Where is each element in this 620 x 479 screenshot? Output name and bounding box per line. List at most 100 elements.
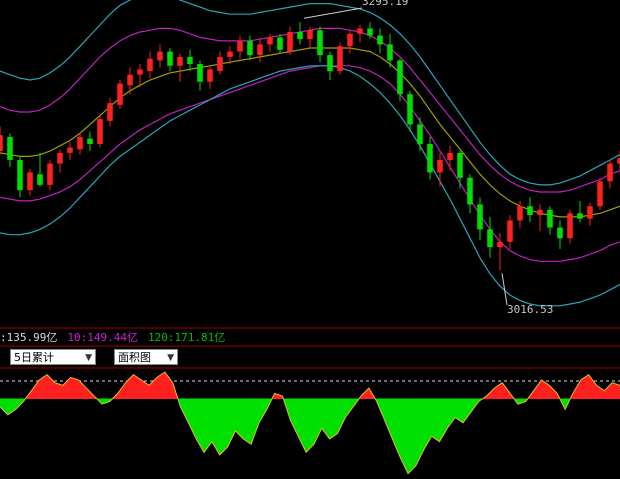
candle-body bbox=[177, 56, 183, 66]
candle-body bbox=[237, 40, 243, 52]
period-dropdown-label: 5日累计 bbox=[14, 351, 54, 364]
area-segment bbox=[78, 379, 87, 399]
area-segment bbox=[70, 377, 79, 399]
candle-body bbox=[447, 152, 453, 160]
extreme-pointers bbox=[303, 7, 508, 306]
area-segment bbox=[384, 398, 393, 439]
candle-body bbox=[57, 152, 63, 164]
candle-body bbox=[427, 144, 433, 173]
candle-body bbox=[127, 74, 133, 86]
area-segment bbox=[462, 398, 472, 424]
candle-body bbox=[567, 213, 573, 239]
area-segment bbox=[415, 398, 425, 466]
candle-body bbox=[307, 30, 313, 40]
candle-body bbox=[297, 32, 303, 40]
chevron-down-icon: ▼ bbox=[167, 353, 174, 363]
area-segment bbox=[211, 398, 220, 456]
candle-body bbox=[227, 51, 233, 57]
candlesticks bbox=[0, 22, 620, 271]
area-segment bbox=[400, 398, 409, 474]
candle-body bbox=[547, 209, 553, 228]
candle-body bbox=[7, 136, 13, 160]
indicator-bar: :135.99亿 10:149.44亿 120:171.81亿 bbox=[0, 330, 620, 346]
candle-body bbox=[587, 206, 593, 219]
area-segment bbox=[447, 398, 456, 429]
candle-body bbox=[267, 37, 273, 45]
area-segment bbox=[0, 398, 9, 416]
candle-body bbox=[357, 28, 363, 34]
candle-body bbox=[37, 174, 43, 185]
chevron-down-icon: ▼ bbox=[85, 353, 92, 363]
stock-chart-window: 3295.19 3016.53 :135.99亿 10:149.44亿 120:17… bbox=[0, 0, 620, 479]
area-segment bbox=[604, 382, 613, 399]
candle-body bbox=[457, 152, 463, 178]
area-segment bbox=[250, 398, 260, 445]
candle-body bbox=[337, 46, 343, 72]
candle-body bbox=[157, 51, 163, 61]
candle-body bbox=[507, 220, 513, 242]
candle-body bbox=[167, 51, 173, 66]
area-segment bbox=[164, 371, 173, 399]
area-segment bbox=[431, 398, 440, 443]
candle-body bbox=[577, 213, 583, 219]
area-segment bbox=[133, 374, 142, 399]
area-segment bbox=[235, 398, 244, 440]
candle-body bbox=[367, 28, 373, 36]
candle-body bbox=[347, 33, 353, 47]
candle-body bbox=[537, 209, 543, 216]
low-price-label: 3016.53 bbox=[507, 303, 554, 316]
candle-body bbox=[107, 103, 113, 121]
candle-body bbox=[77, 136, 83, 150]
candle-body bbox=[287, 32, 293, 52]
chart-canvas bbox=[0, 0, 620, 475]
candle-body bbox=[0, 135, 3, 152]
candle-body bbox=[557, 227, 563, 239]
area-segment bbox=[188, 398, 197, 439]
area-segment bbox=[407, 398, 417, 475]
high-price-label: 3295.19 bbox=[362, 0, 409, 8]
candle-body bbox=[117, 83, 123, 105]
candle-body bbox=[257, 44, 263, 56]
candle-body bbox=[137, 69, 143, 75]
candle-body bbox=[27, 172, 33, 191]
area-segment bbox=[580, 374, 589, 399]
candle-body bbox=[277, 37, 283, 50]
candle-body bbox=[417, 124, 423, 144]
candle-body bbox=[387, 44, 393, 61]
volume-area-chart bbox=[0, 371, 620, 475]
area-segment bbox=[313, 398, 323, 445]
ma10-value: 10:149.44亿 bbox=[67, 331, 138, 344]
candle-body bbox=[497, 241, 503, 248]
period-dropdown[interactable]: 5日累计 ▼ bbox=[10, 349, 96, 365]
candle-body bbox=[217, 56, 223, 72]
area-segment bbox=[588, 373, 597, 399]
chart-type-dropdown-label: 面积图 bbox=[118, 351, 151, 364]
area-segment bbox=[290, 398, 299, 437]
candle-body bbox=[317, 30, 323, 56]
candle-body bbox=[147, 58, 153, 72]
candle-body bbox=[527, 206, 533, 216]
candle-body bbox=[187, 56, 193, 64]
area-segment bbox=[219, 398, 228, 456]
area-segment bbox=[243, 398, 252, 445]
area-segment bbox=[454, 398, 464, 424]
candle-body bbox=[247, 40, 253, 56]
high-pointer-line bbox=[303, 7, 363, 19]
candle-body bbox=[597, 181, 603, 207]
candle-body bbox=[197, 64, 203, 82]
chart-type-dropdown[interactable]: 面积图 ▼ bbox=[114, 349, 178, 365]
candle-body bbox=[377, 35, 383, 45]
candle-body bbox=[67, 147, 73, 153]
area-segment bbox=[596, 384, 605, 399]
candle-body bbox=[207, 69, 213, 82]
band-line-outer-lower bbox=[0, 65, 620, 307]
candle-body bbox=[397, 60, 403, 95]
area-segment bbox=[337, 398, 346, 434]
area-segment bbox=[203, 398, 213, 454]
candle-body bbox=[17, 160, 23, 191]
candle-body bbox=[437, 160, 443, 173]
area-segment bbox=[38, 374, 48, 399]
ma5-value: :135.99亿 bbox=[0, 331, 58, 344]
area-segment bbox=[195, 398, 205, 454]
candle-body bbox=[467, 177, 473, 205]
